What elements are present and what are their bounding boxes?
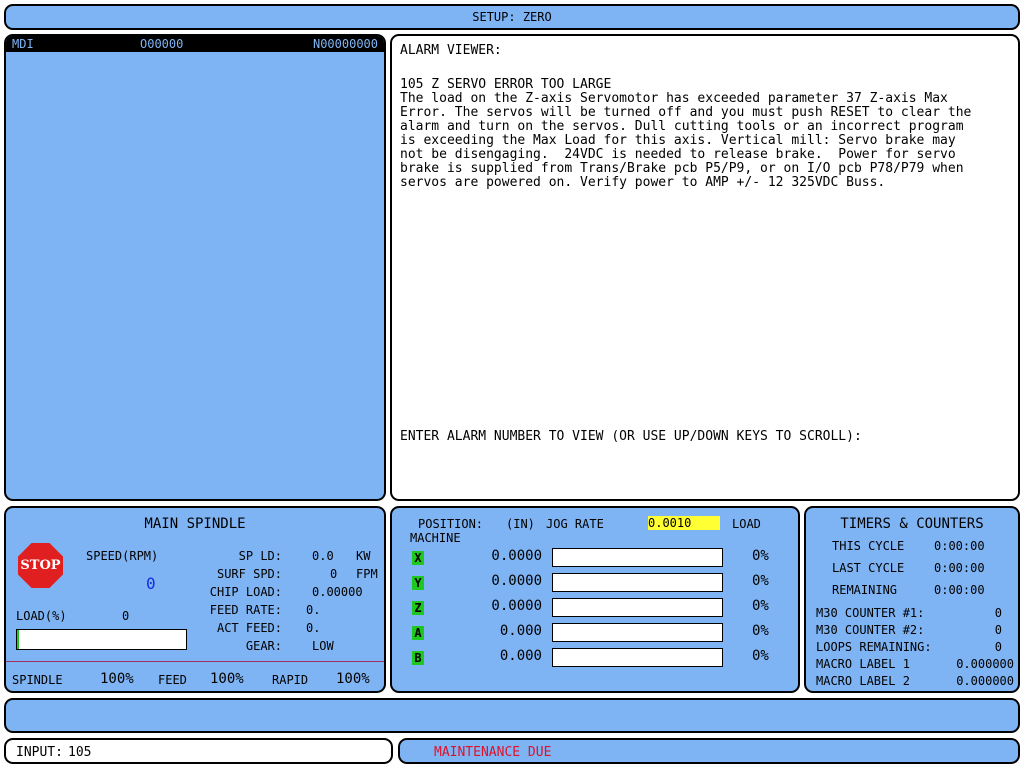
alarm-description: 105 Z SERVO ERROR TOO LARGE The load on …	[400, 77, 972, 190]
axis-y-marker: Y	[412, 576, 424, 590]
load-value: 0	[122, 609, 130, 623]
stop-sign-icon: STOP	[18, 543, 63, 588]
override-feed-value: 100%	[210, 671, 244, 687]
chip-load-label: CHIP LOAD:	[209, 585, 282, 599]
axis-y-load-bar	[552, 573, 723, 592]
main-spindle-panel: MAIN SPINDLE STOP SPEED(RPM) 0 LOAD(%) 0…	[4, 506, 386, 693]
axis-z-load-bar	[552, 598, 723, 617]
override-spindle-value: 100%	[100, 671, 134, 687]
speed-value: 0	[146, 574, 156, 593]
machine-label: MACHINE	[410, 531, 461, 545]
sequence-number: N00000000	[312, 37, 378, 51]
loops-remaining-value: 0	[994, 640, 1002, 654]
program-panel[interactable]: MDI O00000 N00000000	[4, 34, 386, 501]
program-number: O00000	[140, 37, 184, 51]
spindle-title: MAIN SPINDLE	[144, 516, 246, 532]
program-header: MDI O00000 N00000000	[6, 36, 384, 52]
alarm-viewer-panel[interactable]: ALARM VIEWER: 105 Z SERVO ERROR TOO LARG…	[390, 34, 1020, 501]
alarm-viewer-title: ALARM VIEWER:	[400, 43, 502, 58]
override-rapid-label: RAPID	[272, 673, 309, 687]
input-bar[interactable]: INPUT: 105	[4, 738, 393, 764]
axis-a-marker: A	[412, 626, 424, 640]
load-label: LOAD(%)	[16, 609, 67, 623]
axis-x-marker: X	[412, 551, 424, 565]
sp-ld-value: 0.0	[312, 549, 334, 563]
chip-load-value: 0.00000	[312, 585, 363, 599]
speed-label: SPEED(RPM)	[86, 549, 159, 563]
input-label: INPUT:	[16, 745, 63, 760]
surf-spd-unit: FPM	[356, 567, 378, 581]
surf-spd-value: 0	[330, 567, 338, 581]
macro-label-1-value: 0.000000	[956, 657, 1014, 671]
axis-z-load: 0%	[752, 598, 769, 614]
act-feed-label: ACT FEED:	[216, 621, 282, 635]
message-bar	[4, 698, 1020, 733]
gear-value: LOW	[312, 639, 334, 653]
act-feed-value: 0.	[306, 621, 321, 635]
axis-x-load: 0%	[752, 548, 769, 564]
timers-title: TIMERS & COUNTERS	[840, 516, 984, 532]
this-cycle-label: THIS CYCLE	[832, 539, 905, 553]
alarm-number-prompt: ENTER ALARM NUMBER TO VIEW (OR USE UP/DO…	[400, 429, 862, 444]
loops-remaining-label: LOOPS REMAINING:	[816, 640, 932, 654]
m30-counter-1-value: 0	[994, 606, 1002, 620]
sp-ld-label: SP LD:	[238, 549, 282, 563]
override-spindle-label: SPINDLE	[12, 673, 63, 687]
spindle-load-fill	[17, 630, 19, 649]
input-value[interactable]: 105	[68, 745, 91, 760]
status-message: MAINTENANCE DUE	[434, 745, 552, 760]
axis-a-load-bar	[552, 623, 723, 642]
remaining-label: REMAINING	[832, 583, 898, 597]
feed-rate-label: FEED RATE:	[209, 603, 282, 617]
override-rapid-value: 100%	[336, 671, 370, 687]
timers-counters-panel: TIMERS & COUNTERS THIS CYCLE 0:00:00 LAS…	[804, 506, 1020, 693]
status-bar: MAINTENANCE DUE	[398, 738, 1020, 764]
title-bar: SETUP: ZERO	[4, 4, 1020, 30]
axis-x-value: 0.0000	[491, 548, 542, 564]
macro-label-2-value: 0.000000	[956, 674, 1014, 688]
position-panel: POSITION: (IN) JOG RATE 0.0010 LOAD MACH…	[390, 506, 800, 693]
override-feed-label: FEED	[158, 673, 187, 687]
feed-rate-value: 0.	[306, 603, 321, 617]
m30-counter-2-label: M30 COUNTER #2:	[816, 623, 925, 637]
jog-rate-label: JOG RATE	[546, 517, 604, 531]
macro-label-1: MACRO LABEL 1	[816, 657, 910, 671]
remaining-value: 0:00:00	[934, 583, 985, 597]
screen-title: SETUP: ZERO	[472, 10, 552, 24]
gear-label: GEAR:	[245, 639, 282, 653]
load-header: LOAD	[732, 517, 761, 531]
m30-counter-1-label: M30 COUNTER #1:	[816, 606, 925, 620]
mode-label: MDI	[12, 37, 34, 51]
units-label: (IN)	[506, 517, 535, 531]
axis-b-value: 0.000	[499, 648, 542, 664]
m30-counter-2-value: 0	[994, 623, 1002, 637]
axis-a-load: 0%	[752, 623, 769, 639]
axis-b-load: 0%	[752, 648, 769, 664]
axis-z-value: 0.0000	[491, 598, 542, 614]
axis-b-marker: B	[412, 651, 424, 665]
axis-a-value: 0.000	[499, 623, 542, 639]
axis-y-load: 0%	[752, 573, 769, 589]
surf-spd-label: SURF SPD:	[216, 567, 282, 581]
last-cycle-label: LAST CYCLE	[832, 561, 905, 575]
position-label: POSITION:	[418, 517, 484, 531]
axis-b-load-bar	[552, 648, 723, 667]
axis-x-load-bar	[552, 548, 723, 567]
override-divider	[6, 661, 384, 662]
this-cycle-value: 0:00:00	[934, 539, 985, 553]
sp-ld-unit: KW	[356, 549, 371, 563]
axis-z-marker: Z	[412, 601, 424, 615]
last-cycle-value: 0:00:00	[934, 561, 985, 575]
macro-label-2: MACRO LABEL 2	[816, 674, 910, 688]
spindle-load-bar	[16, 629, 187, 650]
jog-rate-value[interactable]: 0.0010	[648, 516, 720, 530]
axis-y-value: 0.0000	[491, 573, 542, 589]
